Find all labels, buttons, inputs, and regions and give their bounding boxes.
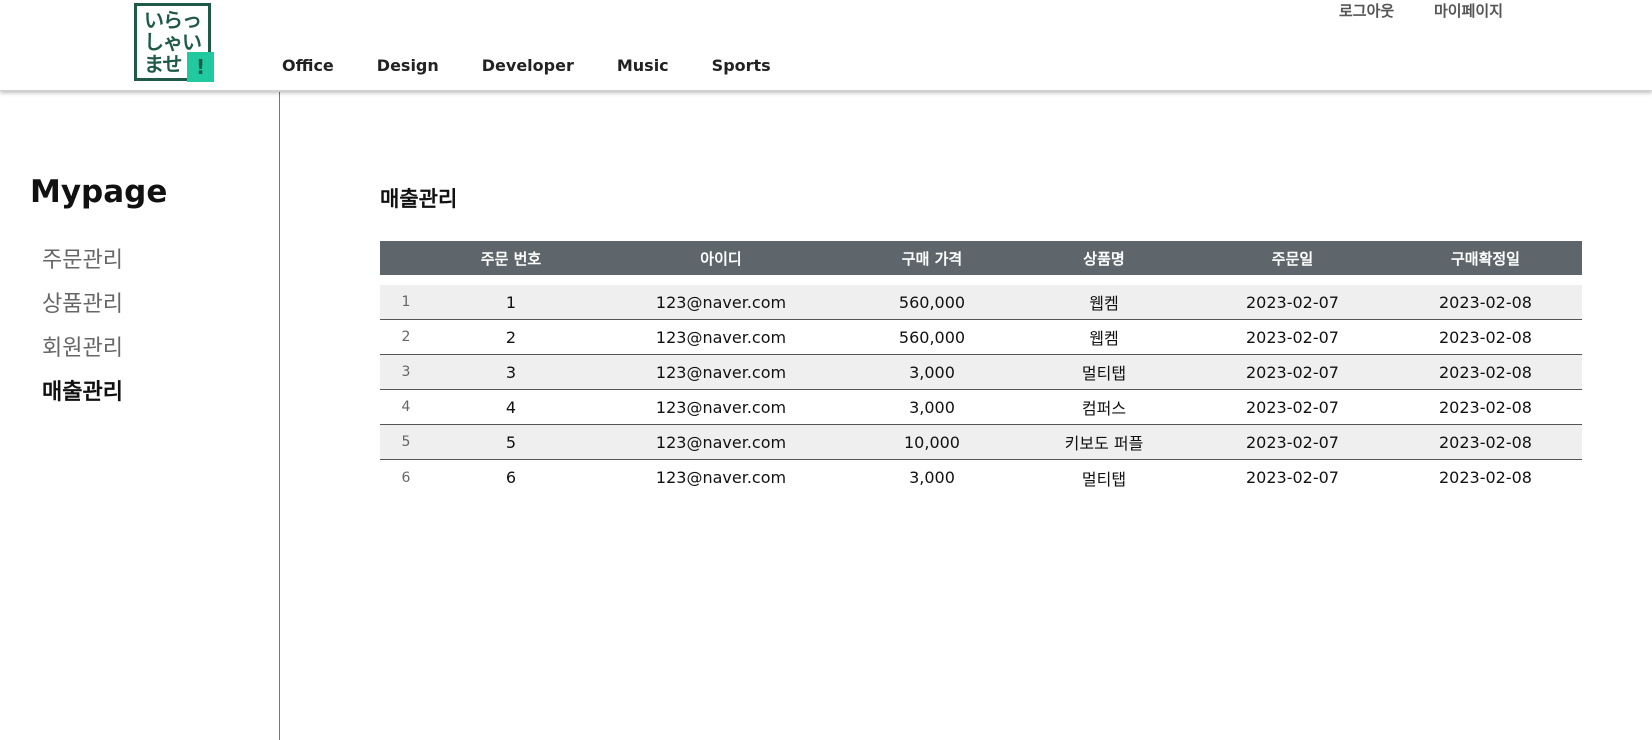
order-number-cell: 4 bbox=[505, 397, 517, 417]
column-header-user-id: 아이디 bbox=[700, 249, 742, 268]
product-name-cell: 웹켐 bbox=[1089, 294, 1119, 313]
logo-text-line1: いらっ bbox=[144, 8, 202, 32]
product-name-cell: 멀티탭 bbox=[1081, 469, 1127, 489]
table-row[interactable]: 5 5 123@naver.com 10,000 키보도 퍼플 2023-02-… bbox=[380, 425, 1582, 460]
user-id-cell: 123@naver.com bbox=[655, 432, 787, 452]
sidebar-item-orders[interactable]: 주문관리 bbox=[42, 242, 123, 274]
price-cell: 3,000 bbox=[909, 468, 955, 487]
logo-text-line3: ませ bbox=[144, 52, 182, 76]
sidebar-item-members[interactable]: 회원관리 bbox=[42, 330, 123, 362]
sidebar-item-sales[interactable]: 매출관리 bbox=[42, 374, 123, 406]
order-date-cell: 2023-02-07 bbox=[1246, 362, 1339, 382]
table-row[interactable]: 2 2 123@naver.com 560,000 웹켐 2023-02-07 … bbox=[380, 320, 1582, 355]
price-cell: 560,000 bbox=[898, 292, 966, 312]
order-date-cell: 2023-02-07 bbox=[1246, 397, 1339, 417]
user-id-cell: 123@naver.com bbox=[655, 362, 787, 382]
order-number-cell: 6 bbox=[505, 468, 517, 487]
column-header-price: 구매 가격 bbox=[901, 249, 963, 268]
order-date-cell: 2023-02-07 bbox=[1246, 327, 1339, 347]
sidebar-item-products[interactable]: 상품관리 bbox=[42, 286, 123, 318]
confirm-date-cell: 2023-02-08 bbox=[1439, 327, 1532, 347]
confirm-date-cell: 2023-02-08 bbox=[1439, 292, 1532, 312]
logo-text-line2: しゃい bbox=[144, 30, 202, 54]
column-header-order-number: 주문 번호 bbox=[480, 249, 542, 268]
nav-item-sports[interactable]: Sports bbox=[712, 56, 771, 75]
sidebar-title: Mypage bbox=[30, 174, 168, 210]
sidebar: Mypage 주문관리 상품관리 회원관리 매출관리 bbox=[0, 92, 280, 740]
logo-exclamation-mark: ! bbox=[187, 52, 214, 82]
column-header-product-name: 상품명 bbox=[1083, 249, 1125, 268]
table-row[interactable]: 4 4 123@naver.com 3,000 컴퍼스 2023-02-07 2… bbox=[380, 390, 1582, 425]
price-cell: 560,000 bbox=[898, 327, 966, 347]
column-header-confirm-date: 구매확정일 bbox=[1450, 249, 1520, 268]
row-index: 3 bbox=[401, 364, 411, 380]
table-row[interactable]: 1 1 123@naver.com 560,000 웹켐 2023-02-07 … bbox=[380, 285, 1582, 320]
confirm-date-cell: 2023-02-08 bbox=[1439, 362, 1532, 382]
table-row[interactable]: 6 6 123@naver.com 3,000 멀티탭 2023-02-07 2… bbox=[380, 460, 1582, 495]
user-id-cell: 123@naver.com bbox=[655, 327, 787, 347]
user-id-cell: 123@naver.com bbox=[655, 468, 787, 487]
row-index: 5 bbox=[401, 434, 411, 450]
order-date-cell: 2023-02-07 bbox=[1246, 292, 1339, 312]
price-cell: 3,000 bbox=[909, 397, 955, 417]
nav-item-office[interactable]: Office bbox=[282, 56, 334, 75]
product-name-cell: 웹켐 bbox=[1089, 329, 1119, 348]
order-date-cell: 2023-02-07 bbox=[1246, 432, 1339, 452]
price-cell: 3,000 bbox=[909, 362, 955, 382]
row-index: 6 bbox=[401, 469, 411, 486]
product-name-cell: 컴퍼스 bbox=[1081, 399, 1127, 418]
order-number-cell: 1 bbox=[505, 292, 517, 312]
price-cell: 10,000 bbox=[904, 432, 960, 452]
row-index: 4 bbox=[401, 399, 411, 415]
confirm-date-cell: 2023-02-08 bbox=[1439, 432, 1532, 452]
nav-item-music[interactable]: Music bbox=[617, 56, 669, 75]
main-nav: Office Design Developer Music Sports bbox=[282, 56, 814, 75]
table-row[interactable]: 3 3 123@naver.com 3,000 멀티탭 2023-02-07 2… bbox=[380, 355, 1582, 390]
product-name-cell: 키보도 퍼플 bbox=[1064, 434, 1144, 453]
user-id-cell: 123@naver.com bbox=[655, 397, 787, 417]
page-title: 매출관리 bbox=[380, 187, 458, 211]
nav-item-developer[interactable]: Developer bbox=[482, 56, 574, 75]
row-index: 2 bbox=[401, 329, 411, 345]
column-header-order-date: 주문일 bbox=[1271, 249, 1314, 268]
mypage-link[interactable]: 마이페이지 bbox=[1434, 0, 1503, 21]
user-id-cell: 123@naver.com bbox=[655, 292, 787, 312]
row-index: 1 bbox=[401, 294, 411, 310]
nav-item-design[interactable]: Design bbox=[377, 56, 439, 75]
confirm-date-cell: 2023-02-08 bbox=[1439, 468, 1532, 487]
sales-table: 주문 번호 아이디 구매 가격 상품명 주문일 구매확정일 1 1 123@na… bbox=[380, 241, 1582, 495]
order-number-cell: 5 bbox=[505, 432, 517, 452]
logout-link[interactable]: 로그아웃 bbox=[1339, 0, 1394, 21]
table-body: 1 1 123@naver.com 560,000 웹켐 2023-02-07 … bbox=[380, 285, 1582, 495]
order-number-cell: 3 bbox=[505, 362, 517, 382]
order-date-cell: 2023-02-07 bbox=[1246, 468, 1339, 487]
confirm-date-cell: 2023-02-08 bbox=[1439, 397, 1532, 417]
site-header: いらっ しゃい ませ ! Office Design Developer Mus… bbox=[0, 0, 1652, 91]
table-header: 주문 번호 아이디 구매 가격 상품명 주문일 구매확정일 bbox=[380, 241, 1582, 275]
order-number-cell: 2 bbox=[505, 327, 517, 347]
site-logo[interactable]: いらっ しゃい ませ ! bbox=[134, 3, 214, 82]
product-name-cell: 멀티탭 bbox=[1081, 364, 1127, 383]
